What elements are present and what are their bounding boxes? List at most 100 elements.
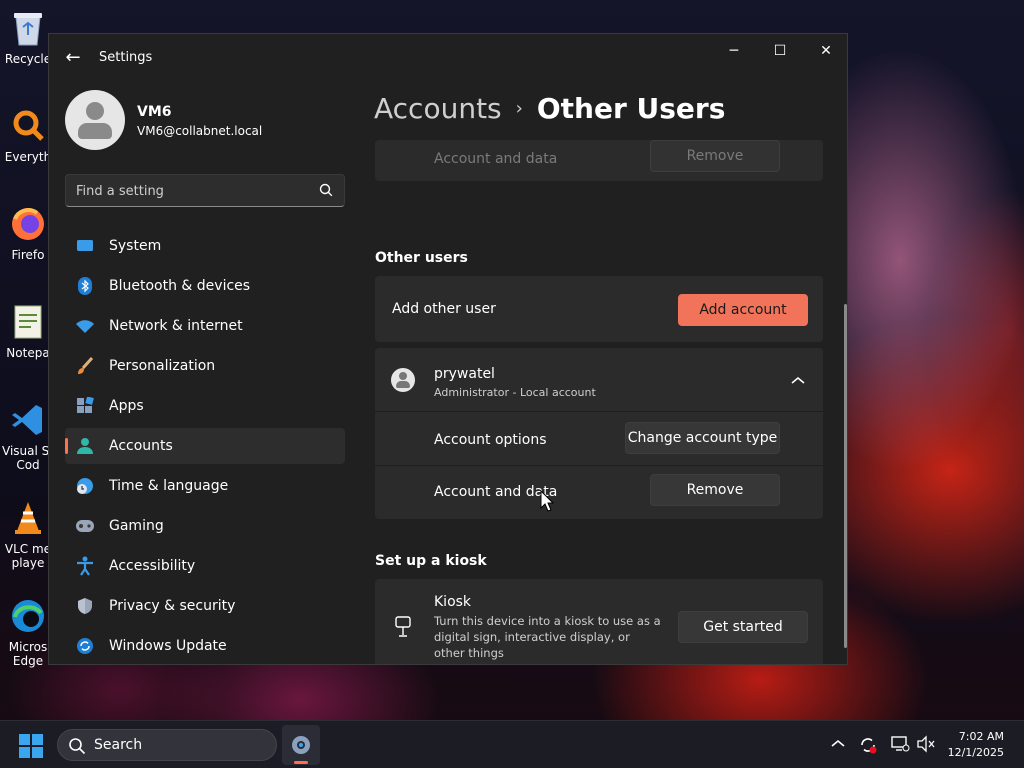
search-input[interactable]	[76, 181, 306, 201]
page-title: Other Users	[536, 92, 726, 125]
chevron-up-icon[interactable]	[791, 376, 805, 384]
account-options-label: Account options	[434, 432, 547, 448]
remove-button[interactable]: Remove	[650, 474, 780, 506]
accounts-icon	[75, 436, 95, 456]
close-icon: ✕	[820, 43, 832, 59]
kiosk-description: Turn this device into a kiosk to use as …	[434, 614, 661, 660]
sidebar-item-label: Time & language	[109, 478, 229, 494]
user-header[interactable]: prywatel Administrator - Local account	[375, 348, 823, 412]
accessibility-icon	[75, 556, 95, 576]
update-icon	[75, 636, 95, 656]
add-account-button[interactable]: Add account	[678, 294, 808, 326]
network-icon[interactable]	[890, 735, 910, 755]
sidebar-item-label: Accounts	[109, 438, 173, 454]
sidebar-item-label: System	[109, 238, 162, 254]
account-data-label: Account and data	[434, 484, 558, 500]
sync-icon[interactable]	[858, 735, 878, 755]
clock-time: 7:02 AM	[958, 730, 1004, 743]
vlc-icon	[8, 498, 48, 538]
gamepad-icon	[75, 516, 95, 536]
add-other-user-card: Add other user Add account	[375, 276, 823, 342]
sidebar-item-accessibility[interactable]: Accessibility	[65, 548, 345, 584]
change-account-type-button[interactable]: Change account type	[625, 422, 780, 454]
settings-search-box	[65, 174, 345, 207]
title-bar: ← Settings ─ ☐ ✕	[49, 34, 847, 82]
maximize-icon: ☐	[773, 43, 787, 59]
sidebar-item-apps[interactable]: Apps	[65, 388, 345, 424]
clock-date: 12/1/2025	[947, 746, 1004, 759]
breadcrumb-parent[interactable]: Accounts	[374, 92, 502, 125]
account-data-row: Account and data Remove	[375, 466, 823, 519]
maximize-button[interactable]: ☐	[757, 36, 803, 66]
vscode-icon	[8, 400, 48, 440]
edge-icon	[8, 596, 48, 636]
wifi-icon	[75, 316, 95, 336]
notepad-icon	[8, 302, 48, 342]
globe-clock-icon	[75, 476, 95, 496]
sidebar-item-label: Network & internet	[109, 318, 243, 334]
settings-window: ← Settings ─ ☐ ✕ VM6 VM6@collabnet.local…	[48, 33, 848, 665]
taskbar: Search 7:02 AM 12/1/2025	[0, 720, 1024, 768]
sidebar-item-network[interactable]: Network & internet	[65, 308, 345, 344]
search-icon[interactable]	[318, 182, 334, 198]
sidebar-item-label: Personalization	[109, 358, 216, 374]
kiosk-icon	[395, 616, 411, 637]
sidebar-item-label: Accessibility	[109, 558, 196, 574]
sidebar-item-windows-update[interactable]: Windows Update	[65, 628, 345, 664]
close-button[interactable]: ✕	[803, 36, 847, 66]
sidebar-item-personalization[interactable]: Personalization	[65, 348, 345, 384]
sidebar-item-accounts[interactable]: Accounts	[65, 428, 345, 464]
chevron-up-icon[interactable]	[828, 735, 848, 755]
apps-icon	[75, 396, 95, 416]
recycle-bin-icon	[8, 8, 48, 48]
account-options-row: Account options Change account type	[375, 412, 823, 466]
other-users-heading: Other users	[375, 250, 468, 266]
windows-start-icon[interactable]	[18, 733, 44, 759]
sidebar-item-label: Gaming	[109, 518, 164, 534]
bluetooth-icon	[75, 276, 95, 296]
user-name: prywatel	[434, 366, 495, 382]
breadcrumb: Accounts › Other Users	[374, 92, 725, 125]
system-clock[interactable]: 7:02 AM 12/1/2025	[948, 729, 1004, 761]
breadcrumb-chevron-icon: ›	[515, 98, 523, 119]
kiosk-heading: Set up a kiosk	[375, 553, 487, 569]
search-icon	[69, 738, 86, 755]
sidebar-item-label: Windows Update	[109, 638, 227, 654]
back-arrow-icon: ←	[65, 47, 81, 68]
sidebar-item-label: Apps	[109, 398, 144, 414]
minimize-button[interactable]: ─	[711, 36, 757, 66]
sidebar-item-privacy[interactable]: Privacy & security	[65, 588, 345, 624]
user-subtitle: Administrator - Local account	[434, 386, 596, 399]
system-icon	[75, 236, 95, 256]
profile-name: VM6	[137, 104, 172, 120]
add-other-user-label: Add other user	[392, 301, 496, 317]
scrollbar[interactable]	[844, 304, 847, 648]
window-title: Settings	[99, 50, 153, 65]
brush-icon	[75, 356, 95, 376]
settings-gear-icon	[292, 736, 310, 754]
get-started-button[interactable]: Get started	[678, 611, 808, 643]
back-button[interactable]: ←	[63, 48, 83, 68]
mouse-cursor-icon	[540, 490, 554, 512]
kiosk-title: Kiosk	[434, 594, 472, 610]
firefox-icon	[8, 204, 48, 244]
sidebar-item-bluetooth[interactable]: Bluetooth & devices	[65, 268, 345, 304]
sidebar-nav: System Bluetooth & devices Network & int…	[65, 228, 345, 664]
sidebar-item-time-language[interactable]: Time & language	[65, 468, 345, 504]
taskbar-settings-app[interactable]	[282, 725, 320, 765]
everything-icon	[8, 106, 48, 146]
kiosk-card: Kiosk Turn this device into a kiosk to u…	[375, 579, 823, 664]
user-card-prywatel: prywatel Administrator - Local account A…	[375, 348, 823, 519]
sidebar-item-system[interactable]: System	[65, 228, 345, 264]
taskbar-search-label: Search	[94, 737, 143, 753]
sidebar-item-gaming[interactable]: Gaming	[65, 508, 345, 544]
user-profile[interactable]: VM6 VM6@collabnet.local	[65, 90, 365, 150]
volume-muted-icon[interactable]	[916, 735, 936, 755]
minimize-icon: ─	[729, 43, 739, 59]
user-avatar	[391, 368, 415, 392]
shield-icon	[75, 596, 95, 616]
content-pane: Account and data Remove Other users Add …	[375, 140, 823, 664]
taskbar-search[interactable]: Search	[57, 729, 277, 761]
profile-email: VM6@collabnet.local	[137, 124, 263, 138]
remove-button-disabled[interactable]: Remove	[650, 140, 780, 172]
